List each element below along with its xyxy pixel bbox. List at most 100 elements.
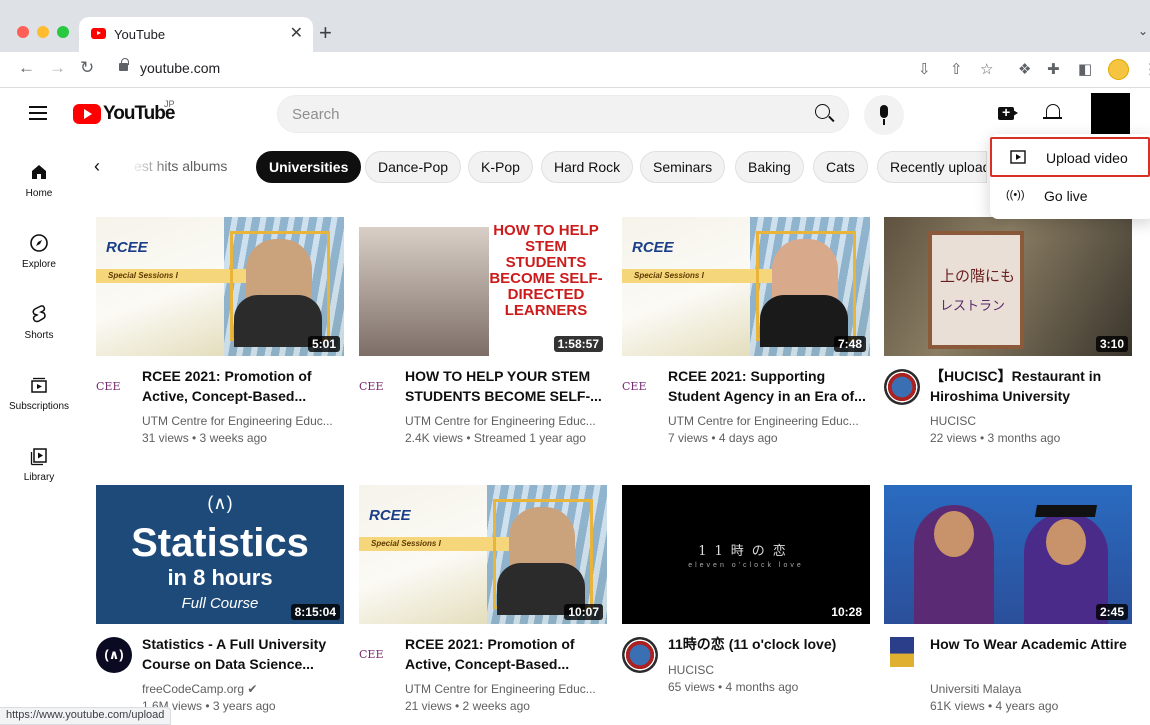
channel-avatar[interactable] [890, 637, 914, 667]
status-bar-url: https://www.youtube.com/upload [0, 707, 172, 725]
back-arrow-icon[interactable]: ← [18, 58, 35, 78]
thumbnail-logo-text: RCEE [106, 239, 148, 256]
thumbnail-subtitle: Special Sessions I [371, 539, 441, 548]
chip-seminars[interactable]: Seminars [640, 151, 726, 183]
thumbnail-grad-cap [1034, 505, 1098, 517]
video-thumbnail[interactable]: RCEE Special Sessions I 7:48 [622, 217, 870, 356]
video-thumbnail[interactable]: (∧) Statistics in 8 hours Full Course 8:… [96, 485, 344, 624]
search-placeholder: Search [292, 106, 340, 123]
video-channel[interactable]: UTM Centre for Engineering Educ... [142, 414, 333, 428]
video-channel[interactable]: Universiti Malaya [930, 682, 1021, 696]
go-live-menu-item[interactable]: ((•)) Go live [990, 177, 1150, 217]
video-duration: 5:01 [307, 336, 340, 352]
rail-item-shorts[interactable]: Shorts [0, 304, 78, 341]
video-title[interactable]: 11時の恋 (11 o'clock love) [668, 635, 868, 655]
chip-universities[interactable]: Universities [256, 151, 362, 183]
video-channel[interactable]: UTM Centre for Engineering Educ... [668, 414, 859, 428]
thumbnail-face [934, 511, 974, 557]
rail-item-home[interactable]: Home [0, 162, 78, 199]
reload-icon[interactable]: ↻ [80, 58, 94, 78]
rail-item-explore[interactable]: Explore [0, 233, 78, 270]
new-tab-button[interactable]: + [319, 22, 332, 44]
forward-arrow-icon[interactable]: → [49, 58, 66, 78]
channel-avatar[interactable]: CEE [359, 369, 395, 405]
url-field[interactable]: youtube.com [140, 60, 220, 76]
thumbnail-logo-text: (∧) [207, 493, 233, 513]
subscriptions-icon [31, 377, 47, 393]
upload-video-menu-item[interactable]: Upload video [990, 137, 1150, 177]
freecodecamp-logo-icon: (∧) [104, 647, 124, 662]
account-avatar[interactable] [1091, 93, 1130, 135]
video-channel[interactable]: UTM Centre for Engineering Educ... [405, 414, 596, 428]
rail-label: Subscriptions [8, 401, 70, 412]
thumbnail-caption: eleven o'clock love [688, 562, 804, 569]
video-title[interactable]: Statistics - A Full University Course on… [142, 635, 342, 674]
video-title[interactable]: HOW TO HELP YOUR STEM STUDENTS BECOME SE… [405, 367, 605, 406]
rail-item-subscriptions[interactable]: Subscriptions [0, 375, 78, 412]
thumbnail-subtitle: Special Sessions I [108, 271, 178, 280]
video-duration: 10:28 [827, 604, 866, 620]
thumbnail-sign-line: レストラン [940, 298, 1006, 313]
video-channel[interactable]: HUCISC [668, 663, 714, 677]
video-title[interactable]: How To Wear Academic Attire [930, 635, 1130, 655]
rail-item-library[interactable]: Library [0, 446, 78, 483]
video-thumbnail[interactable]: HOW TO HELP STEM STUDENTS BECOME SELF-DI… [359, 217, 607, 356]
search-icon[interactable] [815, 104, 830, 119]
browser-menu-icon[interactable]: ⋮ [1143, 60, 1150, 78]
notifications-bell-icon[interactable] [1043, 104, 1062, 119]
close-window-button[interactable] [17, 26, 29, 38]
browser-tab-youtube[interactable]: YouTube ✕ [79, 17, 313, 52]
lock-icon[interactable] [119, 58, 129, 71]
guide-menu-icon[interactable] [29, 106, 47, 120]
browser-profile-avatar[interactable] [1108, 59, 1129, 80]
video-thumbnail[interactable]: RCEE Special Sessions I 10:07 [359, 485, 607, 624]
thumbnail-logo-text: RCEE [632, 239, 674, 256]
thumbnail-face [1046, 519, 1086, 565]
video-title[interactable]: RCEE 2021: Promotion of Active, Concept-… [142, 367, 342, 406]
chips-prev-arrow-icon[interactable]: ‹ [94, 156, 100, 177]
chip-k-pop[interactable]: K-Pop [468, 151, 533, 183]
video-duration: 3:10 [1095, 336, 1128, 352]
chip-hard-rock[interactable]: Hard Rock [541, 151, 634, 183]
upload-video-label: Upload video [1046, 150, 1128, 166]
video-channel[interactable]: UTM Centre for Engineering Educ... [405, 682, 596, 696]
video-title[interactable]: RCEE 2021: Promotion of Active, Concept-… [405, 635, 605, 674]
video-meta: 21 views • 2 weeks ago [405, 699, 530, 713]
video-channel[interactable]: HUCISC [930, 414, 976, 428]
video-duration: 10:07 [564, 604, 603, 620]
chip-baking[interactable]: Baking [735, 151, 804, 183]
channel-avatar[interactable] [884, 369, 920, 405]
maximize-window-button[interactable] [57, 26, 69, 38]
install-app-icon[interactable]: ⇩ [918, 60, 931, 78]
video-title[interactable]: 【HUCISC】Restaurant in Hiroshima Universi… [930, 367, 1130, 406]
search-input[interactable]: Search [277, 95, 849, 133]
channel-avatar[interactable]: CEE [622, 369, 658, 405]
share-icon[interactable]: ⇧ [950, 60, 963, 78]
video-meta: 7 views • 4 days ago [668, 431, 778, 445]
video-thumbnail[interactable]: 2:45 [884, 485, 1132, 624]
minimize-window-button[interactable] [37, 26, 49, 38]
chip-cats[interactable]: Cats [813, 151, 868, 183]
channel-avatar[interactable] [622, 637, 658, 673]
video-thumbnail[interactable]: 上の階にも レストラン 3:10 [884, 217, 1132, 356]
extensions-puzzle-icon[interactable]: ✚ [1047, 60, 1060, 78]
channel-avatar[interactable]: CEE [359, 637, 395, 673]
tab-close-button[interactable]: ✕ [290, 23, 303, 43]
create-video-icon[interactable]: + [998, 104, 1018, 120]
tab-search-chevron-icon[interactable]: ⌄ [1138, 24, 1148, 38]
side-panel-icon[interactable]: ◧ [1078, 60, 1092, 78]
video-thumbnail[interactable]: 11時の恋 eleven o'clock love 10:28 [622, 485, 870, 624]
address-bar: ← → ↻ youtube.com ⇩ ⇧ ☆ ❖ ✚ ◧ ⋮ [0, 52, 1150, 88]
thumbnail-sign-board: 上の階にも レストラン [928, 231, 1024, 349]
bookmark-star-icon[interactable]: ☆ [980, 60, 993, 78]
voice-search-mic-icon[interactable] [864, 95, 904, 135]
video-channel[interactable]: freeCodeCamp.org ✔ [142, 682, 257, 696]
channel-avatar[interactable]: (∧) [96, 637, 132, 673]
dropbox-extension-icon[interactable]: ❖ [1018, 60, 1031, 78]
video-thumbnail[interactable]: RCEE Special Sessions I 5:01 [96, 217, 344, 356]
video-duration: 7:48 [833, 336, 866, 352]
channel-avatar[interactable]: CEE [96, 369, 132, 405]
chip-recently-uploaded[interactable]: Recently uploaded [877, 151, 987, 183]
video-title[interactable]: RCEE 2021: Supporting Student Agency in … [668, 367, 868, 406]
chip-dance-pop[interactable]: Dance-Pop [365, 151, 462, 183]
